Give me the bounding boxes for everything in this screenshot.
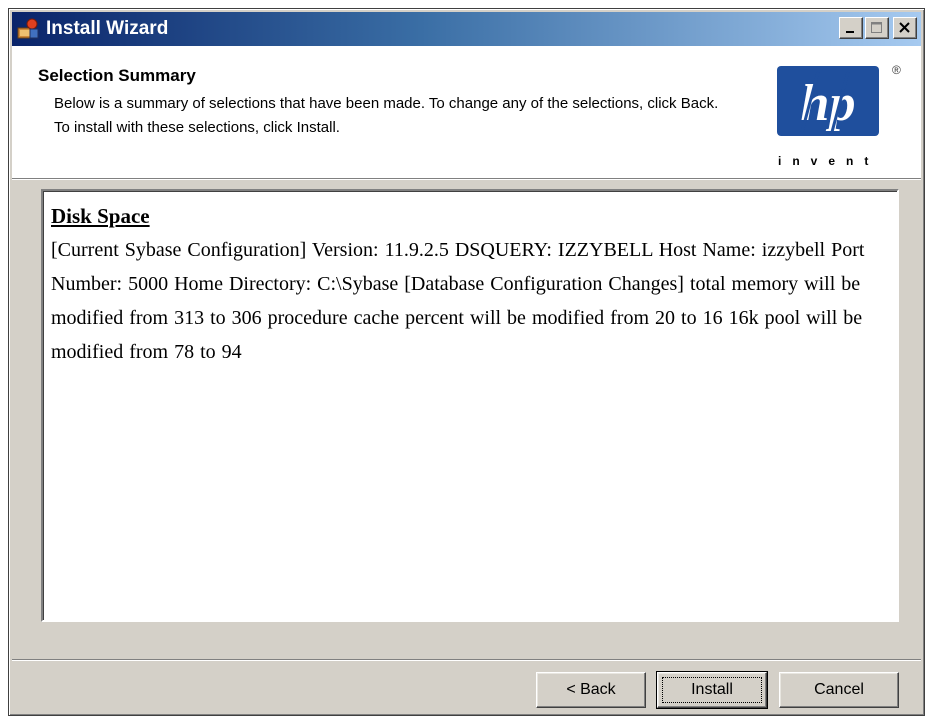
install-button-label: Install <box>662 677 762 703</box>
minimize-icon <box>846 31 854 33</box>
title-bar[interactable]: Install Wizard <box>12 12 921 46</box>
close-icon <box>899 22 910 33</box>
minimize-button[interactable] <box>839 17 863 39</box>
registered-mark: ® <box>892 63 901 77</box>
installer-icon <box>17 18 39 39</box>
selection-summary-panel[interactable]: Disk Space [Current Sybase Configuration… <box>41 189 899 622</box>
window-title: Install Wizard <box>46 18 169 39</box>
wizard-header: Selection Summary Below is a summary of … <box>12 46 921 179</box>
summary-text: [Current Sybase Configuration] Version: … <box>51 239 865 363</box>
page-title: Selection Summary <box>38 66 196 85</box>
install-wizard-window: Install Wizard Selection Summary Below i… <box>8 8 925 716</box>
close-button[interactable] <box>893 17 917 39</box>
cancel-button[interactable]: Cancel <box>779 672 899 708</box>
install-button[interactable]: Install <box>656 671 768 709</box>
section-heading: Disk Space <box>51 204 150 228</box>
maximize-icon <box>871 22 882 33</box>
back-button[interactable]: < Back <box>536 672 646 708</box>
logo-tagline: invent <box>778 154 880 168</box>
footer-divider <box>12 659 921 661</box>
page-description: Below is a summary of selections that ha… <box>54 95 719 136</box>
maximize-button[interactable] <box>865 17 889 39</box>
